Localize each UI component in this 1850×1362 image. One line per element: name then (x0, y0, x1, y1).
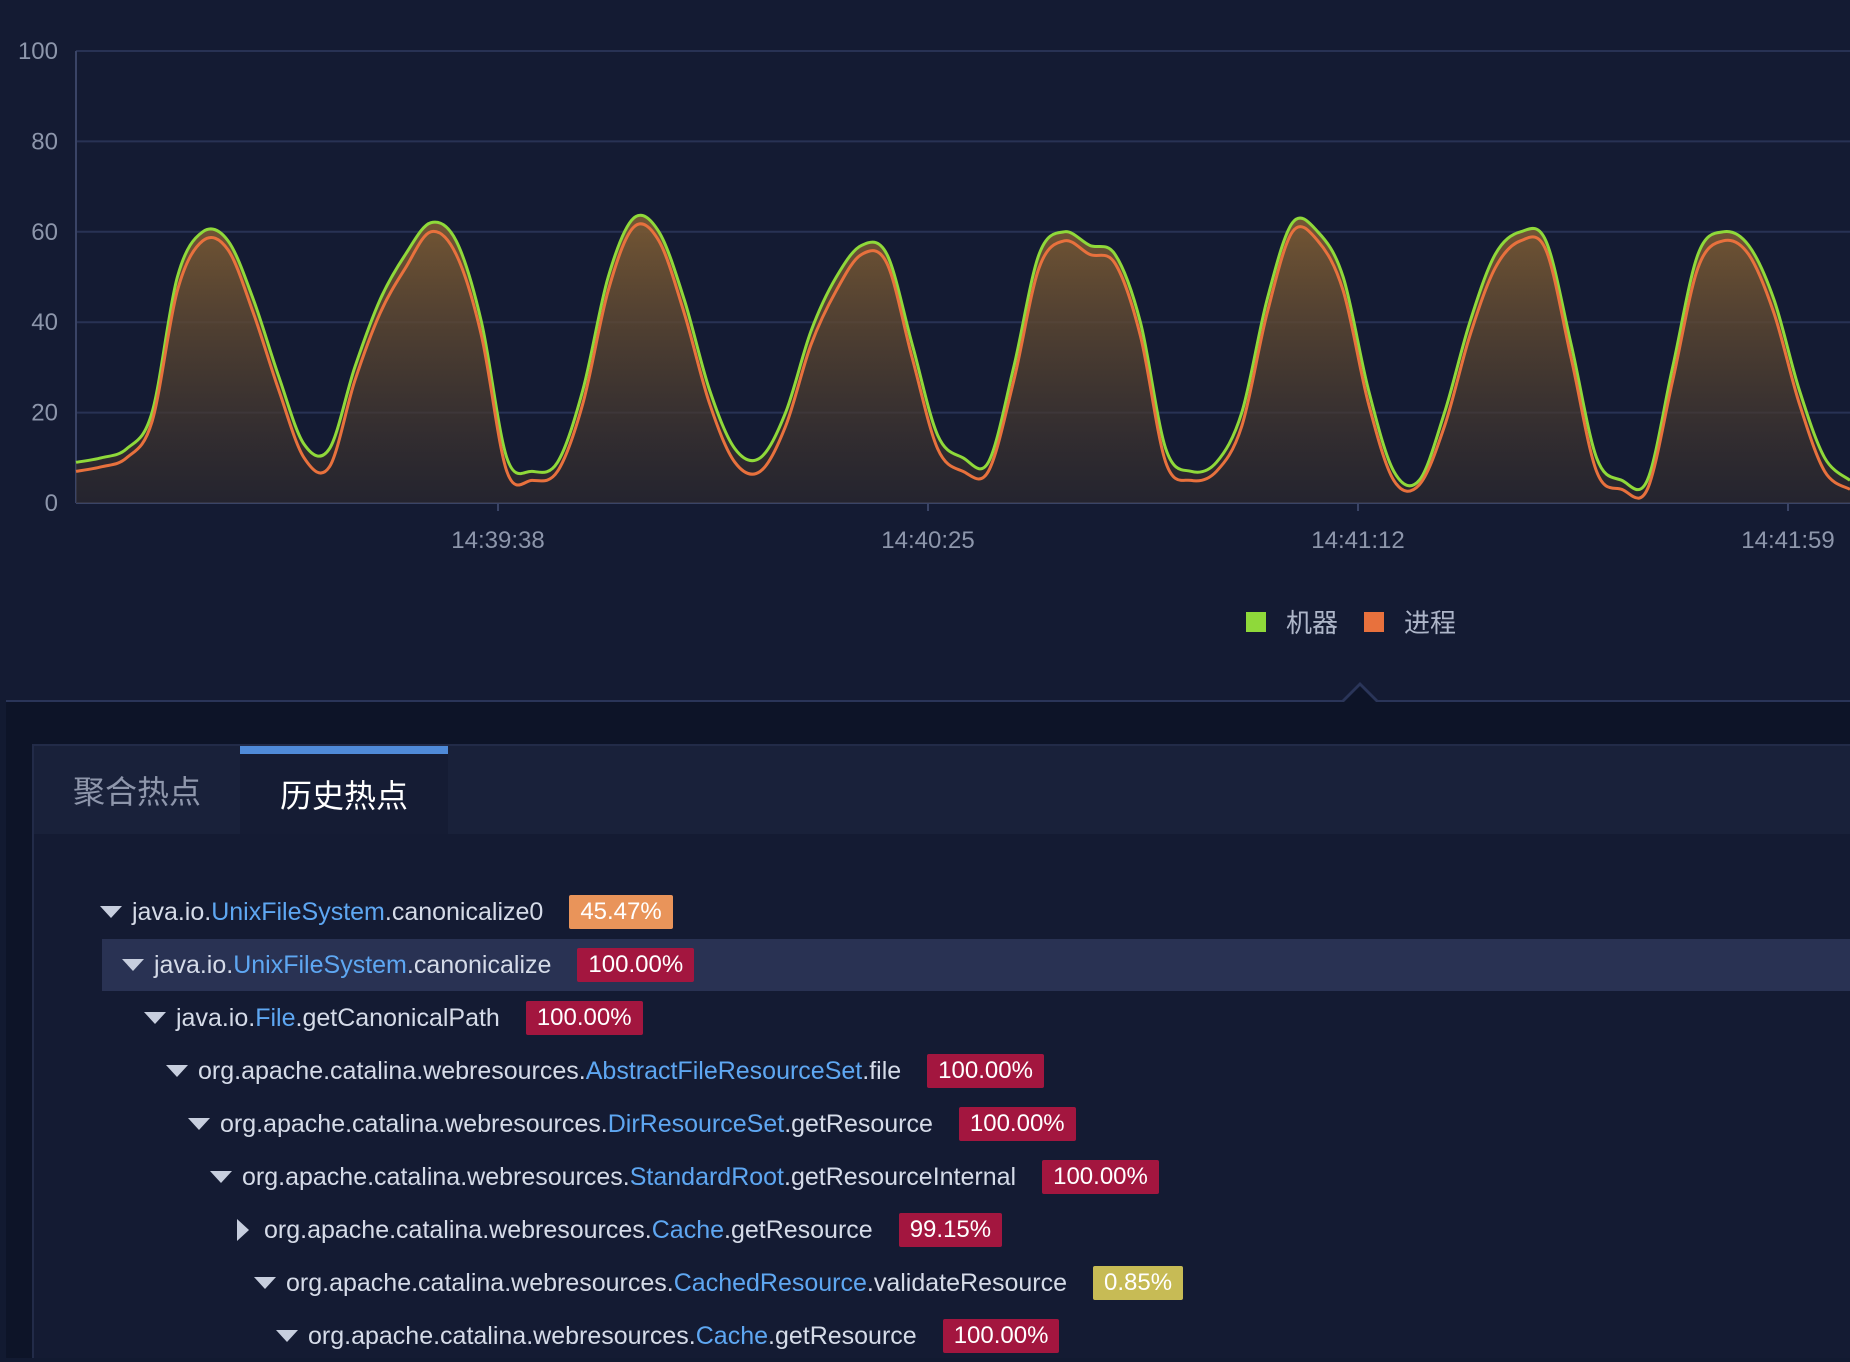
panel-pointer-inner (1344, 686, 1376, 702)
tree-node-method: .getResource (724, 1215, 873, 1244)
tree-node-package: org.apache.catalina.webresources. (198, 1056, 586, 1085)
percent-badge: 45.47% (569, 895, 673, 929)
y-tick-label-80: 80 (31, 128, 58, 155)
tree-node-package: java.io. (176, 1003, 256, 1032)
caret-down-icon[interactable] (122, 954, 144, 976)
tree-row[interactable]: org.apache.catalina.webresources. Cache .g… (232, 1204, 1003, 1256)
tree-node-package: org.apache.catalina.webresources. (264, 1215, 652, 1244)
caret-down-icon[interactable] (254, 1272, 276, 1294)
tree-node-class: File (255, 1003, 296, 1032)
percent-badge: 100.00% (1042, 1160, 1159, 1194)
percent-badge: 99.15% (898, 1213, 1003, 1247)
caret-right-icon[interactable] (232, 1219, 254, 1241)
tree-row[interactable]: org.apache.catalina.webresources. Cache .g… (276, 1310, 1060, 1362)
percent-badge: 100.00% (525, 1001, 643, 1035)
tree-node-package: java.io. (154, 950, 234, 979)
tree-row[interactable]: java.io. UnixFileSystem .canonicalize0 45.4… (100, 886, 673, 938)
tree-node-class: UnixFileSystem (211, 897, 385, 926)
caret-down-icon[interactable] (210, 1166, 232, 1188)
legend-label-process: 进程 (1404, 608, 1457, 638)
x-tick-label-3: 14:41:59 (1741, 527, 1834, 554)
tree-node-package: org.apache.catalina.webresources. (242, 1162, 630, 1191)
tree-node-method: .getCanonicalPath (295, 1003, 500, 1032)
tree-node-class: AbstractFileResourceSet (585, 1056, 863, 1085)
legend-swatch-process (1364, 611, 1385, 632)
tree-row[interactable]: java.io. UnixFileSystem .canonicalize 100.0… (102, 939, 1850, 991)
tree-node-class: CachedResource (673, 1268, 867, 1297)
tree-node-package: org.apache.catalina.webresources. (286, 1268, 674, 1297)
percent-badge: 100.00% (942, 1319, 1060, 1353)
tab-history-hotspot[interactable]: 历史热点 (240, 746, 448, 834)
caret-down-icon[interactable] (166, 1060, 188, 1082)
x-tick-label-1: 14:40:25 (881, 527, 974, 554)
tree-node-class: DirResourceSet (607, 1109, 785, 1138)
tree-node-method: .getResource (784, 1109, 933, 1138)
legend-item-process[interactable]: 进程 (1364, 603, 1456, 640)
cpu-line-chart: 0 20 40 60 80 100 14:39:38 14:40:25 14:41:12 14:4… (18, 38, 1850, 554)
legend-swatch-machine (1246, 611, 1266, 632)
tree-node-class: Cache (651, 1215, 724, 1244)
tree-node-method: .file (862, 1056, 902, 1085)
tree-node-package: java.io. (132, 897, 212, 926)
tab-aggregate-hotspot[interactable]: 聚合热点 (34, 746, 240, 834)
percent-badge: 100.00% (927, 1054, 1044, 1088)
percent-badge: 100.00% (958, 1107, 1076, 1141)
x-tick-label-2: 14:41:12 (1311, 527, 1404, 554)
tree-node-method: .validateResource (866, 1268, 1068, 1297)
tree-row[interactable]: org.apache.catalina.webresources. Abstrac… (166, 1045, 1044, 1097)
caret-down-icon[interactable] (144, 1007, 166, 1029)
caret-down-icon[interactable] (276, 1325, 298, 1347)
legend-label-machine: 机器 (1286, 608, 1339, 638)
y-tick-label-100: 100 (18, 38, 58, 65)
percent-badge: 0.85% (1093, 1266, 1184, 1300)
hotspot-tabs: 聚合热点 历史热点 (34, 746, 1850, 834)
legend-item-machine[interactable]: 机器 (1246, 603, 1338, 640)
tree-node-method: .canonicalize (406, 950, 552, 979)
y-tick-label-60: 60 (31, 219, 58, 246)
x-tick-label-0: 14:39:38 (451, 527, 544, 554)
tree-row[interactable]: org.apache.catalina.webresources. CachedR… (254, 1257, 1184, 1309)
tab-bar-filler (448, 746, 1850, 834)
percent-badge: 100.00% (577, 948, 695, 982)
tree-node-method: .canonicalize0 (384, 897, 544, 926)
tree-node-package: org.apache.catalina.webresources. (308, 1321, 696, 1350)
tree-node-class: StandardRoot (629, 1162, 785, 1191)
tree-row[interactable]: org.apache.catalina.webresources. Standar… (210, 1151, 1159, 1203)
caret-down-icon[interactable] (188, 1113, 210, 1135)
tree-row[interactable]: java.io. File .getCanonicalPath 100.00% (144, 992, 643, 1044)
tree-node-method: .getResource (768, 1321, 917, 1350)
tree-row[interactable]: org.apache.catalina.webresources. DirReso… (188, 1098, 1076, 1150)
tree-node-package: org.apache.catalina.webresources. (220, 1109, 608, 1138)
tree-node-class: UnixFileSystem (233, 950, 407, 979)
cpu-chart-panel: 0 20 40 60 80 100 14:39:38 14:40:25 14:41:12 14:4… (0, 0, 1850, 700)
caret-down-icon[interactable] (100, 901, 122, 923)
area-fill-machine (76, 215, 1850, 504)
tree-node-method: .getResourceInternal (784, 1162, 1017, 1191)
chart-legend: 机器 进程 (0, 603, 1850, 640)
tree-node-class: Cache (695, 1321, 768, 1350)
y-tick-label-20: 20 (31, 400, 58, 427)
y-tick-label-0: 0 (45, 490, 58, 517)
y-tick-label-40: 40 (31, 309, 58, 336)
hotspot-tree-panel: 聚合热点 历史热点 java.io. UnixFileSystem .canonic… (32, 744, 1850, 1358)
